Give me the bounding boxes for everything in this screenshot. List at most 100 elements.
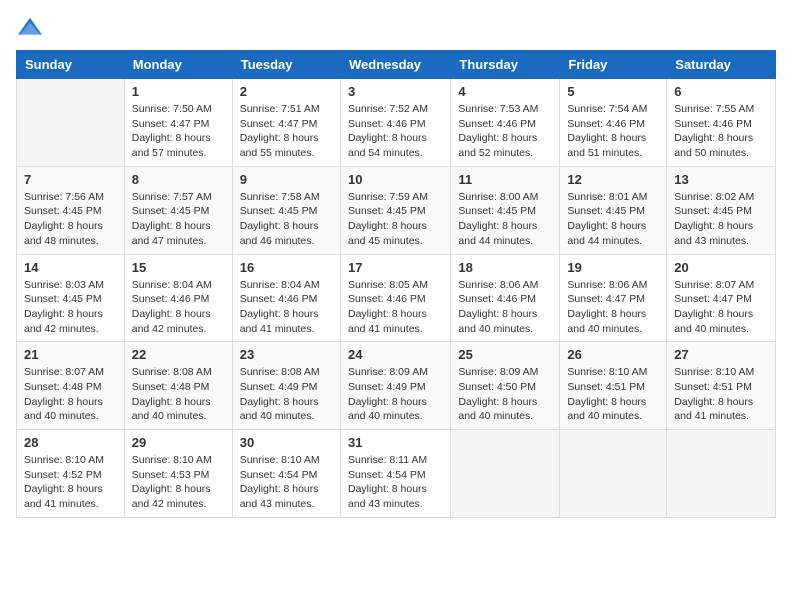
calendar-cell: 22 Sunrise: 8:08 AM Sunset: 4:48 PM Dayli…	[124, 342, 232, 430]
calendar-cell: 24 Sunrise: 8:09 AM Sunset: 4:49 PM Dayli…	[340, 342, 450, 430]
cell-content: Sunrise: 7:56 AM Sunset: 4:45 PM Dayligh…	[24, 190, 117, 249]
cell-content: Sunrise: 8:06 AM Sunset: 4:47 PM Dayligh…	[567, 278, 659, 337]
cell-content: Sunrise: 8:07 AM Sunset: 4:48 PM Dayligh…	[24, 365, 117, 424]
cell-content: Sunrise: 8:10 AM Sunset: 4:52 PM Dayligh…	[24, 453, 117, 512]
day-number: 3	[348, 84, 443, 99]
calendar-cell: 4Sunrise: 7:53 AM Sunset: 4:46 PM Daylig…	[451, 79, 560, 167]
empty-cell	[17, 79, 125, 167]
empty-cell	[451, 430, 560, 518]
day-number: 9	[240, 172, 333, 187]
day-number: 14	[24, 260, 117, 275]
calendar-cell: 20Sunrise: 8:07 AM Sunset: 4:47 PM Dayli…	[667, 254, 776, 342]
cell-content: Sunrise: 8:06 AM Sunset: 4:46 PM Dayligh…	[458, 278, 552, 337]
calendar-cell: 15 Sunrise: 8:04 AM Sunset: 4:46 PM Dayli…	[124, 254, 232, 342]
calendar-cell: 9 Sunrise: 7:58 AM Sunset: 4:45 PM Daylig…	[232, 166, 340, 254]
cell-content: Sunrise: 7:58 AM Sunset: 4:45 PM Dayligh…	[240, 190, 333, 249]
cell-content: Sunrise: 8:04 AM Sunset: 4:46 PM Dayligh…	[240, 278, 333, 337]
cell-content: Sunrise: 8:10 AM Sunset: 4:51 PM Dayligh…	[567, 365, 659, 424]
calendar-cell: 26 Sunrise: 8:10 AM Sunset: 4:51 PM Dayli…	[560, 342, 667, 430]
calendar-cell: 14 Sunrise: 8:03 AM Sunset: 4:45 PM Dayli…	[17, 254, 125, 342]
day-number: 11	[458, 172, 552, 187]
cell-content: Sunrise: 7:51 AM Sunset: 4:47 PM Dayligh…	[240, 102, 333, 161]
day-number: 23	[240, 347, 333, 362]
calendar-cell: 13 Sunrise: 8:02 AM Sunset: 4:45 PM Dayli…	[667, 166, 776, 254]
page-header	[16, 16, 776, 38]
day-number: 18	[458, 260, 552, 275]
cell-content: Sunrise: 8:09 AM Sunset: 4:49 PM Dayligh…	[348, 365, 443, 424]
cell-content: Sunrise: 8:08 AM Sunset: 4:48 PM Dayligh…	[132, 365, 225, 424]
day-number: 1	[132, 84, 225, 99]
logo-icon	[16, 16, 44, 38]
day-number: 16	[240, 260, 333, 275]
cell-content: Sunrise: 7:53 AM Sunset: 4:46 PM Dayligh…	[458, 102, 552, 161]
calendar-cell: 18 Sunrise: 8:06 AM Sunset: 4:46 PM Dayli…	[451, 254, 560, 342]
day-number: 28	[24, 435, 117, 450]
day-number: 24	[348, 347, 443, 362]
cell-content: Sunrise: 7:50 AM Sunset: 4:47 PM Dayligh…	[132, 102, 225, 161]
weekday-header: Friday	[560, 51, 667, 79]
cell-content: Sunrise: 8:04 AM Sunset: 4:46 PM Dayligh…	[132, 278, 225, 337]
cell-content: Sunrise: 7:55 AM Sunset: 4:46 PM Dayligh…	[674, 102, 768, 161]
calendar-cell: 8 Sunrise: 7:57 AM Sunset: 4:45 PM Daylig…	[124, 166, 232, 254]
weekday-header: Tuesday	[232, 51, 340, 79]
cell-content: Sunrise: 8:03 AM Sunset: 4:45 PM Dayligh…	[24, 278, 117, 337]
cell-content: Sunrise: 8:09 AM Sunset: 4:50 PM Dayligh…	[458, 365, 552, 424]
day-number: 30	[240, 435, 333, 450]
day-number: 2	[240, 84, 333, 99]
calendar-cell: 27 Sunrise: 8:10 AM Sunset: 4:51 PM Dayli…	[667, 342, 776, 430]
cell-content: Sunrise: 7:54 AM Sunset: 4:46 PM Dayligh…	[567, 102, 659, 161]
calendar-cell: 25 Sunrise: 8:09 AM Sunset: 4:50 PM Dayli…	[451, 342, 560, 430]
day-number: 19	[567, 260, 659, 275]
cell-content: Sunrise: 8:05 AM Sunset: 4:46 PM Dayligh…	[348, 278, 443, 337]
cell-content: Sunrise: 8:10 AM Sunset: 4:53 PM Dayligh…	[132, 453, 225, 512]
calendar-cell: 29Sunrise: 8:10 AM Sunset: 4:53 PM Dayli…	[124, 430, 232, 518]
cell-content: Sunrise: 8:10 AM Sunset: 4:51 PM Dayligh…	[674, 365, 768, 424]
cell-content: Sunrise: 8:08 AM Sunset: 4:49 PM Dayligh…	[240, 365, 333, 424]
calendar-cell: 5 Sunrise: 7:54 AM Sunset: 4:46 PM Daylig…	[560, 79, 667, 167]
day-number: 5	[567, 84, 659, 99]
calendar-cell: 31 Sunrise: 8:11 AM Sunset: 4:54 PM Dayli…	[340, 430, 450, 518]
day-number: 15	[132, 260, 225, 275]
day-number: 31	[348, 435, 443, 450]
calendar-cell: 30 Sunrise: 8:10 AM Sunset: 4:54 PM Dayli…	[232, 430, 340, 518]
calendar-cell: 21 Sunrise: 8:07 AM Sunset: 4:48 PM Dayli…	[17, 342, 125, 430]
calendar-cell: 7 Sunrise: 7:56 AM Sunset: 4:45 PM Daylig…	[17, 166, 125, 254]
empty-cell	[667, 430, 776, 518]
calendar-cell: 6 Sunrise: 7:55 AM Sunset: 4:46 PM Daylig…	[667, 79, 776, 167]
day-number: 7	[24, 172, 117, 187]
cell-content: Sunrise: 8:10 AM Sunset: 4:54 PM Dayligh…	[240, 453, 333, 512]
day-number: 21	[24, 347, 117, 362]
weekday-header: Wednesday	[340, 51, 450, 79]
day-number: 26	[567, 347, 659, 362]
day-number: 22	[132, 347, 225, 362]
day-number: 10	[348, 172, 443, 187]
cell-content: Sunrise: 7:59 AM Sunset: 4:45 PM Dayligh…	[348, 190, 443, 249]
day-number: 25	[458, 347, 552, 362]
calendar-cell: 3 Sunrise: 7:52 AM Sunset: 4:46 PM Daylig…	[340, 79, 450, 167]
calendar-table: SundayMondayTuesdayWednesdayThursdayFrid…	[16, 50, 776, 518]
cell-content: Sunrise: 7:57 AM Sunset: 4:45 PM Dayligh…	[132, 190, 225, 249]
cell-content: Sunrise: 8:00 AM Sunset: 4:45 PM Dayligh…	[458, 190, 552, 249]
weekday-header: Monday	[124, 51, 232, 79]
cell-content: Sunrise: 8:02 AM Sunset: 4:45 PM Dayligh…	[674, 190, 768, 249]
cell-content: Sunrise: 8:01 AM Sunset: 4:45 PM Dayligh…	[567, 190, 659, 249]
calendar-cell: 1 Sunrise: 7:50 AM Sunset: 4:47 PM Daylig…	[124, 79, 232, 167]
day-number: 17	[348, 260, 443, 275]
cell-content: Sunrise: 7:52 AM Sunset: 4:46 PM Dayligh…	[348, 102, 443, 161]
calendar-cell: 11 Sunrise: 8:00 AM Sunset: 4:45 PM Dayli…	[451, 166, 560, 254]
calendar-cell: 19 Sunrise: 8:06 AM Sunset: 4:47 PM Dayli…	[560, 254, 667, 342]
day-number: 13	[674, 172, 768, 187]
day-number: 6	[674, 84, 768, 99]
weekday-header: Thursday	[451, 51, 560, 79]
day-number: 27	[674, 347, 768, 362]
calendar-cell: 10 Sunrise: 7:59 AM Sunset: 4:45 PM Dayli…	[340, 166, 450, 254]
calendar-cell: 23 Sunrise: 8:08 AM Sunset: 4:49 PM Dayli…	[232, 342, 340, 430]
day-number: 8	[132, 172, 225, 187]
weekday-header: Sunday	[17, 51, 125, 79]
logo	[16, 16, 48, 38]
calendar-cell: 12 Sunrise: 8:01 AM Sunset: 4:45 PM Dayli…	[560, 166, 667, 254]
cell-content: Sunrise: 8:11 AM Sunset: 4:54 PM Dayligh…	[348, 453, 443, 512]
calendar-cell: 16 Sunrise: 8:04 AM Sunset: 4:46 PM Dayli…	[232, 254, 340, 342]
calendar-cell: 28 Sunrise: 8:10 AM Sunset: 4:52 PM Dayli…	[17, 430, 125, 518]
day-number: 12	[567, 172, 659, 187]
